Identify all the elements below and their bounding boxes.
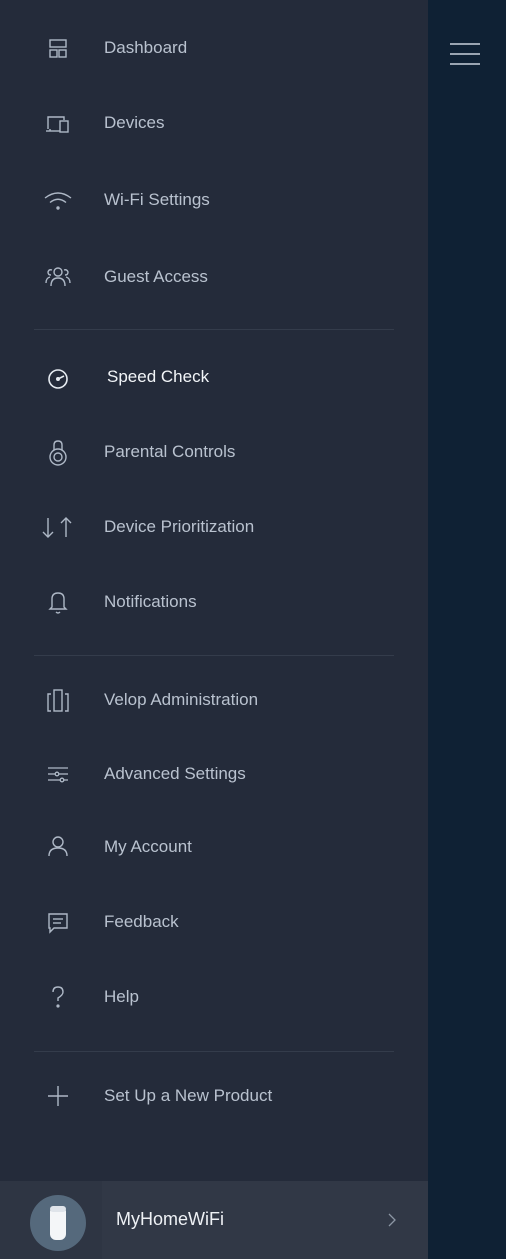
menu-item-label: Parental Controls — [104, 442, 236, 461]
menu-item-feedback[interactable]: Feedback — [0, 892, 428, 952]
menu-item-devices[interactable]: Devices — [0, 93, 428, 153]
speedometer-icon — [40, 359, 76, 395]
sliders-icon — [40, 756, 76, 792]
parental-lock-icon — [40, 434, 76, 470]
network-name: MyHomeWiFi — [116, 1209, 224, 1229]
chat-bubble-icon — [40, 904, 76, 940]
user-icon — [40, 829, 76, 865]
menu-item-label: Guest Access — [104, 267, 208, 286]
network-selector[interactable]: MyHomeWiFi — [0, 1181, 428, 1259]
menu-item-help[interactable]: Help — [0, 967, 428, 1027]
menu-item-label: My Account — [104, 837, 192, 856]
menu-item-label: Device Prioritization — [104, 517, 255, 536]
menu-item-guest-access[interactable]: Guest Access — [0, 247, 428, 307]
menu-item-dashboard[interactable]: Dashboard — [0, 18, 428, 78]
priority-arrows-icon — [40, 509, 76, 545]
menu-item-label: Devices — [104, 113, 165, 132]
menu-item-wifi-settings[interactable]: Wi-Fi Settings — [0, 170, 428, 230]
menu-item-label: Advanced Settings — [104, 764, 246, 783]
bell-icon — [40, 584, 76, 620]
menu-item-label: Notifications — [104, 592, 197, 611]
wifi-icon — [40, 182, 76, 218]
menu-item-label: Speed Check — [107, 367, 210, 386]
main-content-backdrop[interactable] — [428, 0, 506, 1259]
menu-item-notifications[interactable]: Notifications — [0, 572, 428, 632]
menu-item-set-up-new-product[interactable]: Set Up a New Product — [0, 1066, 428, 1126]
chevron-right-icon — [384, 1212, 400, 1228]
velop-node-icon — [30, 1195, 86, 1251]
dashboard-icon — [40, 30, 76, 66]
guest-icon — [40, 259, 76, 295]
menu-item-label: Feedback — [104, 912, 179, 931]
hamburger-menu-icon[interactable] — [450, 43, 480, 65]
menu-item-label: Help — [104, 987, 139, 1006]
menu-divider — [34, 329, 394, 330]
menu-item-label: Set Up a New Product — [104, 1086, 273, 1105]
menu-divider — [34, 1051, 394, 1052]
menu-item-label: Wi-Fi Settings — [104, 190, 210, 209]
menu-item-velop-administration[interactable]: Velop Administration — [0, 670, 428, 730]
menu-item-parental-controls[interactable]: Parental Controls — [0, 422, 428, 482]
menu-item-speed-check[interactable]: Speed Check — [0, 347, 428, 407]
plus-icon — [40, 1078, 76, 1114]
menu-item-label: Velop Administration — [104, 690, 259, 709]
menu-divider — [34, 655, 394, 656]
navigation-drawer: Dashboard Devices Wi-Fi Settings Guest A… — [0, 0, 428, 1259]
velop-nodes-icon — [40, 682, 76, 718]
menu-item-my-account[interactable]: My Account — [0, 817, 428, 877]
question-icon — [40, 979, 76, 1015]
menu-item-label: Dashboard — [104, 38, 188, 57]
app-frame: Dashboard Devices Wi-Fi Settings Guest A… — [0, 0, 506, 1259]
devices-icon — [40, 105, 76, 141]
menu-item-device-prioritization[interactable]: Device Prioritization — [0, 497, 428, 557]
menu-item-advanced-settings[interactable]: Advanced Settings — [0, 744, 428, 804]
